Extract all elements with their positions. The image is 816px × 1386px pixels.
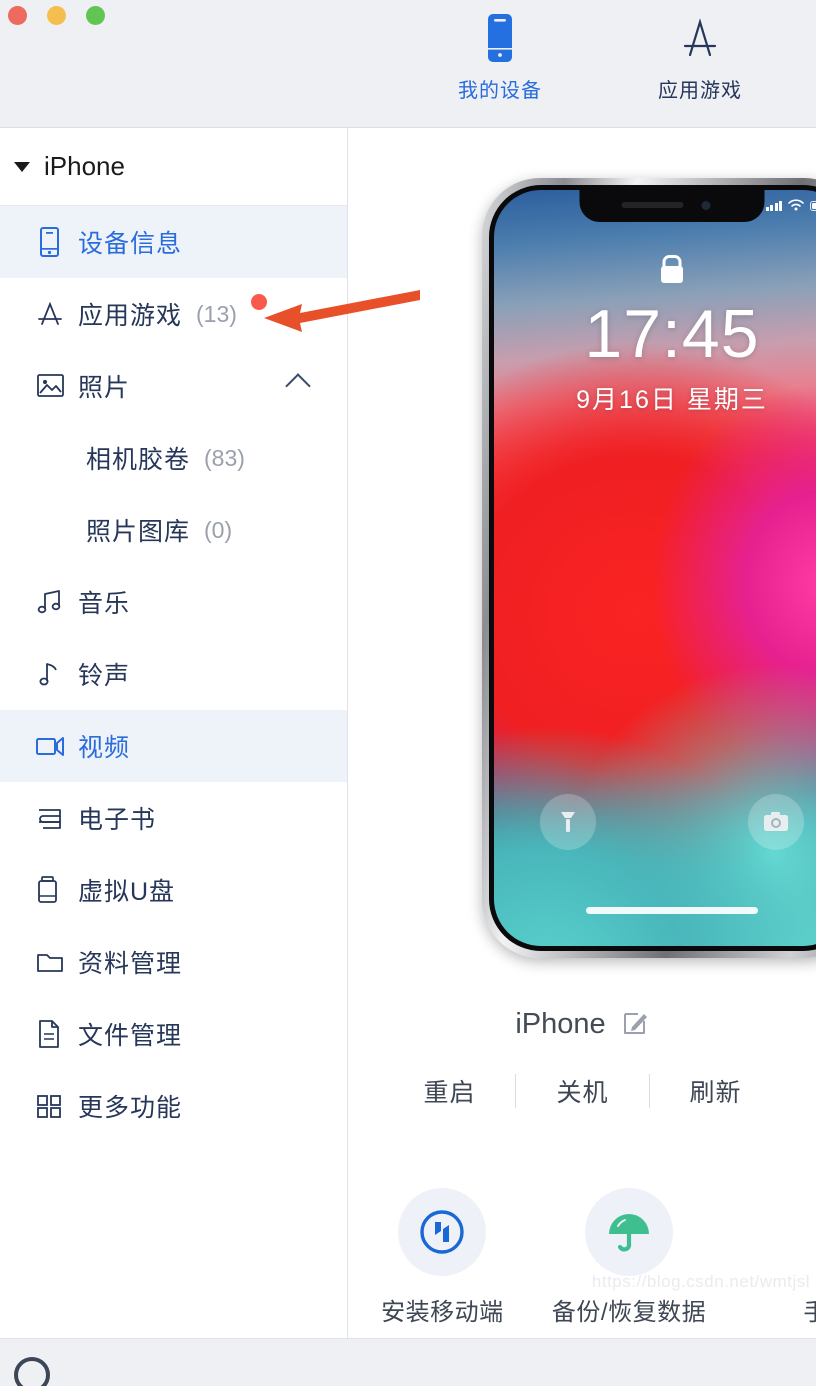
sidebar-item-count: (13) (196, 300, 237, 327)
sidebar-item-label: 相机胶卷 (86, 446, 191, 474)
sidebar: iPhone 设备信息 应用游戏 (13) 照片 相机胶卷 (83) 照片图库 … (0, 128, 348, 1338)
tab-my-device[interactable]: 我的设备 (400, 10, 600, 103)
device-name: iPhone (515, 1008, 606, 1040)
front-camera (701, 201, 711, 210)
quick-actions: 安装移动端 备份/恢复数据 手 (349, 1188, 816, 1327)
quick-action-partial[interactable]: 手 (722, 1188, 816, 1327)
sidebar-item-label: 资料管理 (78, 950, 183, 978)
sidebar-item-device-info[interactable]: 设备信息 (0, 206, 347, 278)
device-actions: 重启 关机 刷新 (349, 1073, 816, 1109)
sidebar-item-label: 虚拟U盘 (78, 878, 176, 906)
app-store-icon (672, 10, 728, 66)
sidebar-item-label: 视频 (78, 734, 131, 762)
status-bar (765, 199, 816, 211)
lock-icon (661, 266, 683, 283)
window-controls (8, 6, 105, 25)
sidebar-item-data-management[interactable]: 资料管理 (0, 926, 347, 998)
sidebar-item-label: 音乐 (78, 590, 131, 618)
device-name-row: iPhone (349, 1008, 816, 1041)
sidebar-item-videos[interactable]: 视频 (0, 710, 347, 782)
sidebar-item-ebooks[interactable]: 电子书 (0, 782, 347, 854)
restart-button[interactable]: 重启 (383, 1073, 515, 1109)
device-panel: 17:45 9月16日 星期三 iPhone 重启 关机 刷新 安装移动端 备份… (349, 128, 816, 1338)
file-icon (34, 1018, 78, 1050)
wifi-icon (788, 199, 804, 211)
device-preview: 17:45 9月16日 星期三 (349, 178, 816, 998)
sidebar-device-name: iPhone (44, 151, 125, 181)
sidebar-item-camera-roll[interactable]: 相机胶卷 (83) (0, 422, 347, 494)
music-icon (34, 587, 78, 617)
tab-apps-games[interactable]: 应用游戏 (600, 10, 800, 103)
sidebar-item-count: (0) (204, 516, 233, 543)
status-circle-icon[interactable] (14, 1357, 50, 1386)
chevron-up-icon[interactable] (285, 373, 311, 399)
flashlight-icon[interactable] (540, 794, 596, 850)
quick-action-backup-restore[interactable]: 备份/恢复数据 (536, 1188, 723, 1327)
battery-icon (810, 201, 816, 211)
notch (579, 190, 765, 222)
quick-action-label: 安装移动端 (381, 1299, 504, 1326)
home-indicator[interactable] (586, 907, 758, 914)
sidebar-item-label: 铃声 (78, 662, 131, 690)
signal-icon (765, 201, 782, 211)
refresh-button[interactable]: 刷新 (650, 1073, 782, 1109)
phone-bezel: 17:45 9月16日 星期三 (489, 185, 816, 951)
notification-badge (251, 294, 267, 310)
chevron-down-icon (14, 161, 30, 172)
phone-icon (475, 10, 525, 66)
sidebar-device-header[interactable]: iPhone (0, 128, 347, 206)
camera-icon[interactable] (748, 794, 804, 850)
edit-icon[interactable] (622, 1008, 650, 1041)
sidebar-item-label: 照片 (78, 374, 131, 402)
sidebar-item-virtual-usb[interactable]: 虚拟U盘 (0, 854, 347, 926)
video-icon (34, 732, 78, 760)
sidebar-item-photo-library[interactable]: 照片图库 (0) (0, 494, 347, 566)
install-mobile-icon (398, 1188, 487, 1276)
partial-icon (772, 1188, 816, 1276)
device-info-icon (34, 225, 78, 259)
sidebar-item-count: (83) (204, 444, 245, 471)
speaker (621, 202, 684, 208)
app-window: 我的设备 应用游戏 iPhone 设备信息 应用游戏 (13) 照片 相机胶卷 … (0, 0, 816, 1386)
tab-label: 应用游戏 (658, 80, 742, 102)
sidebar-item-apps-games[interactable]: 应用游戏 (13) (0, 278, 347, 350)
sidebar-item-label: 更多功能 (78, 1094, 183, 1122)
quick-action-label: 备份/恢复数据 (551, 1299, 707, 1326)
sidebar-item-ringtones[interactable]: 铃声 (0, 638, 347, 710)
sidebar-item-label: 应用游戏 (78, 302, 183, 330)
minimize-button[interactable] (47, 6, 66, 25)
grid-icon (34, 1091, 78, 1121)
lockscreen-date: 9月16日 星期三 (576, 386, 768, 414)
folder-icon (34, 948, 78, 976)
quick-action-install-mobile[interactable]: 安装移动端 (349, 1188, 536, 1327)
shutdown-button[interactable]: 关机 (516, 1073, 648, 1109)
sidebar-item-label: 文件管理 (78, 1022, 183, 1050)
sidebar-item-label: 照片图库 (86, 518, 191, 546)
lockscreen-time: 17:45 (584, 296, 760, 372)
quick-action-label: 手 (803, 1299, 816, 1326)
app-store-icon (34, 298, 78, 330)
sidebar-item-label: 电子书 (78, 806, 157, 834)
sidebar-item-label: 设备信息 (78, 230, 183, 258)
sidebar-item-more-features[interactable]: 更多功能 (0, 1070, 347, 1142)
watermark: https://blog.csdn.net/wmtjsl (591, 1272, 810, 1291)
phone-frame: 17:45 9月16日 星期三 (482, 178, 816, 958)
status-bar-bottom (0, 1338, 816, 1386)
close-button[interactable] (8, 6, 27, 25)
phone-screen[interactable]: 17:45 9月16日 星期三 (494, 190, 816, 946)
usb-drive-icon (34, 874, 78, 906)
tab-label: 我的设备 (458, 80, 542, 102)
ringtone-icon (34, 659, 78, 689)
main-tabs: 我的设备 应用游戏 (400, 10, 800, 103)
sidebar-nav: 设备信息 应用游戏 (13) 照片 相机胶卷 (83) 照片图库 (0) 音乐 … (0, 206, 347, 1142)
sidebar-item-file-management[interactable]: 文件管理 (0, 998, 347, 1070)
sidebar-item-music[interactable]: 音乐 (0, 566, 347, 638)
umbrella-icon (585, 1188, 673, 1276)
zoom-button[interactable] (86, 6, 105, 25)
photo-icon (34, 371, 78, 401)
title-bar: 我的设备 应用游戏 (0, 0, 816, 128)
ebook-icon (34, 804, 78, 832)
sidebar-item-photos[interactable]: 照片 (0, 350, 347, 422)
